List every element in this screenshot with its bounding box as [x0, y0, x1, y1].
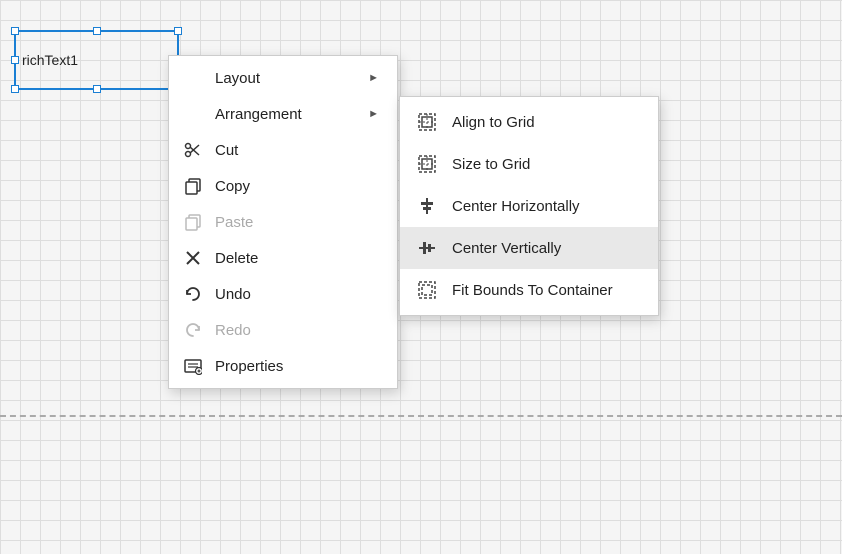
handle-tc: [93, 27, 101, 35]
submenu-label-center-v: Center Vertically: [452, 240, 561, 257]
menu-label-cut: Cut: [215, 142, 238, 159]
menu-item-delete[interactable]: Delete: [169, 240, 397, 276]
submenu-label-align-grid: Align to Grid: [452, 114, 535, 131]
align-grid-icon: [416, 111, 438, 133]
menu-label-undo: Undo: [215, 286, 251, 303]
layout-arrow: ►: [368, 72, 379, 84]
center-h-icon: [416, 195, 438, 217]
menu-item-properties[interactable]: Properties: [169, 348, 397, 384]
component-label: richText1: [22, 52, 78, 68]
handle-bc: [93, 85, 101, 93]
redo-icon: [183, 320, 203, 340]
menu-item-undo[interactable]: Undo: [169, 276, 397, 312]
layout-icon: [183, 68, 203, 88]
fit-bounds-icon: [416, 279, 438, 301]
arrangement-arrow: ►: [368, 108, 379, 120]
center-v-icon: [416, 237, 438, 259]
context-menu: Layout ► Arrangement ► Align: [168, 55, 398, 389]
handle-ml: [11, 56, 19, 64]
handle-tr: [174, 27, 182, 35]
menu-item-paste: Paste: [169, 204, 397, 240]
scissors-icon: [183, 140, 203, 160]
handle-bl: [11, 85, 19, 93]
menu-label-layout: Layout: [215, 70, 260, 87]
submenu-arrangement: Align to Grid Size to Grid: [399, 96, 659, 316]
menu-label-paste: Paste: [215, 214, 253, 231]
menu-label-delete: Delete: [215, 250, 258, 267]
dashed-line: [0, 415, 842, 417]
menu-item-layout[interactable]: Layout ►: [169, 60, 397, 96]
delete-icon: [183, 248, 203, 268]
arrangement-icon: [183, 104, 203, 124]
size-grid-icon: [416, 153, 438, 175]
handle-tl: [11, 27, 19, 35]
submenu-label-fit-bounds: Fit Bounds To Container: [452, 282, 613, 299]
richtext-component[interactable]: richText1: [14, 30, 179, 90]
paste-icon: [183, 212, 203, 232]
submenu-label-center-h: Center Horizontally: [452, 198, 580, 215]
menu-label-redo: Redo: [215, 322, 251, 339]
submenu-item-size-grid[interactable]: Size to Grid: [400, 143, 658, 185]
menu-label-copy: Copy: [215, 178, 250, 195]
menu-item-arrangement[interactable]: Arrangement ► Align to Grid: [169, 96, 397, 132]
menu-label-arrangement: Arrangement: [215, 106, 302, 123]
submenu-item-align-grid[interactable]: Align to Grid: [400, 101, 658, 143]
copy-icon: [183, 176, 203, 196]
undo-icon: [183, 284, 203, 304]
properties-icon: [183, 356, 203, 376]
menu-label-properties: Properties: [215, 358, 283, 375]
menu-item-cut[interactable]: Cut: [169, 132, 397, 168]
submenu-label-size-grid: Size to Grid: [452, 156, 530, 173]
submenu-item-center-h[interactable]: Center Horizontally: [400, 185, 658, 227]
menu-item-copy[interactable]: Copy: [169, 168, 397, 204]
menu-item-redo: Redo: [169, 312, 397, 348]
submenu-item-center-v[interactable]: Center Vertically: [400, 227, 658, 269]
submenu-item-fit-bounds[interactable]: Fit Bounds To Container: [400, 269, 658, 311]
